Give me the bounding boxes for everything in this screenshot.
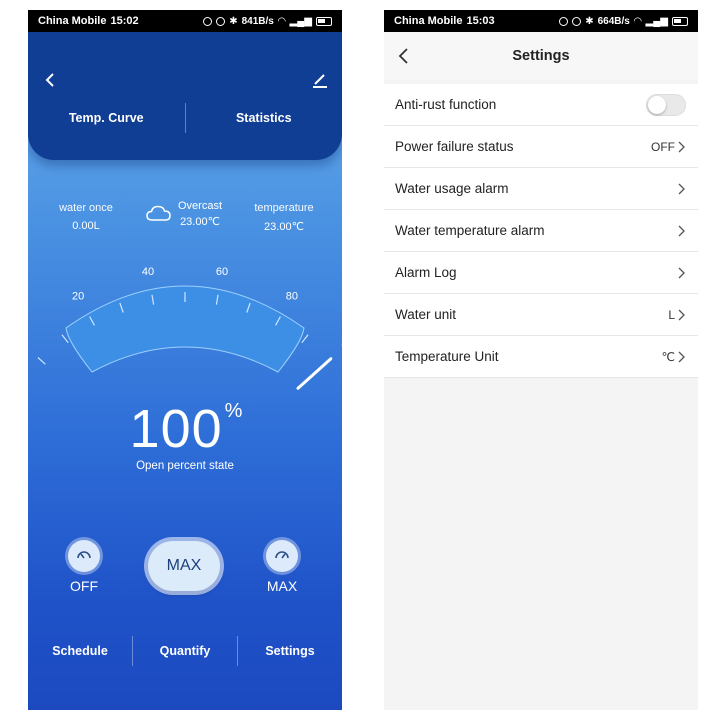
row-label: Alarm Log [395, 265, 457, 280]
bluetooth-icon: ✱ [229, 15, 238, 27]
carrier-label: China Mobile [38, 15, 107, 27]
row-label: Water temperature alarm [395, 223, 545, 238]
time-label: 15:03 [466, 15, 495, 27]
header-tabs: Temp. Curve Statistics [28, 98, 342, 138]
gauge-tick-mark [301, 334, 309, 344]
water-once-label: water once [59, 202, 113, 214]
weather-condition: Overcast [178, 200, 223, 212]
row-value: L [668, 307, 675, 322]
main-screen: China Mobile 15:02 ✱ 841B/s ◠ ▂▄▆ Temp. … [28, 10, 342, 710]
row-alarm-log[interactable]: Alarm Log [384, 252, 698, 294]
row-label: Anti-rust function [395, 97, 497, 112]
gauge-tick-label: 40 [142, 266, 154, 278]
max-button[interactable]: MAX [148, 541, 220, 591]
gauge-tick-label: 20 [72, 291, 84, 303]
row-label: Power failure status [395, 139, 514, 154]
gauge-needle [296, 357, 333, 390]
signal-icon: ▂▄▆ [645, 15, 668, 27]
time-label: 15:02 [110, 15, 139, 27]
carrier-label: China Mobile [394, 15, 463, 27]
weather-block: Overcast 23.00℃ [146, 200, 222, 228]
gauge-tick-label: 100 [341, 337, 342, 349]
row-temperature-unit[interactable]: Temperature Unit ℃ [384, 336, 698, 378]
page-title: Settings [512, 48, 570, 64]
temperature-label: temperature [254, 202, 314, 214]
max-control[interactable]: MAX [266, 540, 298, 594]
gauge-tick-label: 60 [216, 266, 228, 278]
battery-icon [672, 16, 688, 26]
temperature-block: temperature 23.00℃ [242, 202, 326, 233]
state-label: Open percent state [136, 460, 234, 472]
status-bar: China Mobile 15:03 ✱ 664B/s ◠ ▂▄▆ [384, 10, 698, 32]
row-water-unit[interactable]: Water unit L [384, 294, 698, 336]
settings-list: Anti-rust function Power failure status … [384, 84, 698, 378]
water-once-block: water once 0.00L [46, 202, 126, 232]
back-icon[interactable] [394, 46, 414, 66]
max-label: MAX [266, 578, 298, 594]
chevron-right-icon [678, 351, 685, 362]
nav-quantify[interactable]: Quantify [133, 644, 237, 658]
chevron-right-icon [678, 141, 685, 152]
settings-header: Settings [384, 32, 698, 80]
dial-gauge-icon [275, 551, 289, 559]
percent-display: 100% [28, 398, 342, 460]
back-icon[interactable] [40, 70, 60, 90]
row-anti-rust: Anti-rust function [384, 84, 698, 126]
row-label: Water unit [395, 307, 457, 322]
temperature-value: 23.00℃ [264, 221, 304, 233]
dial-gauge-icon [77, 551, 91, 559]
cloud-icon [146, 205, 171, 221]
network-speed: 664B/s [597, 15, 630, 27]
open-percent-gauge[interactable]: 020406080100 [28, 240, 342, 400]
gauge-tick-label: 80 [286, 291, 298, 303]
tab-statistics[interactable]: Statistics [186, 111, 343, 125]
edit-icon[interactable] [310, 70, 330, 90]
anti-rust-toggle[interactable] [646, 93, 686, 116]
percent-value: 100 [129, 399, 223, 459]
chevron-right-icon [678, 183, 685, 194]
tab-temp-curve[interactable]: Temp. Curve [28, 111, 185, 125]
gauge-tick-mark [37, 357, 46, 365]
off-control[interactable]: OFF [68, 540, 100, 594]
chevron-right-icon [678, 267, 685, 278]
weather-temp: 23.00℃ [180, 216, 220, 228]
wifi-icon: ◠ [633, 15, 642, 27]
chevron-right-icon [678, 309, 685, 320]
max-dial[interactable] [266, 540, 298, 572]
bottom-nav: Schedule Quantify Settings [28, 628, 342, 674]
row-power-failure-status[interactable]: Power failure status OFF [384, 126, 698, 168]
nav-settings[interactable]: Settings [238, 644, 342, 658]
nav-schedule[interactable]: Schedule [28, 644, 132, 658]
toggle-knob [648, 95, 666, 114]
top-header: Temp. Curve Statistics [28, 32, 342, 160]
battery-icon [316, 16, 332, 26]
bluetooth-icon: ✱ [585, 15, 594, 27]
off-label: OFF [70, 578, 98, 594]
eye-icon [559, 16, 569, 26]
row-water-usage-alarm[interactable]: Water usage alarm [384, 168, 698, 210]
gauge-tick-mark [61, 334, 69, 344]
alarm-icon [572, 16, 582, 26]
signal-icon: ▂▄▆ [289, 15, 312, 27]
percent-unit: % [224, 400, 243, 422]
chevron-right-icon [678, 225, 685, 236]
row-value: OFF [651, 139, 675, 154]
off-dial[interactable] [68, 540, 100, 572]
network-speed: 841B/s [241, 15, 274, 27]
status-bar: China Mobile 15:02 ✱ 841B/s ◠ ▂▄▆ [28, 10, 342, 32]
row-water-temperature-alarm[interactable]: Water temperature alarm [384, 210, 698, 252]
alarm-icon [216, 16, 226, 26]
eye-icon [203, 16, 213, 26]
wifi-icon: ◠ [277, 15, 286, 27]
row-label: Water usage alarm [395, 181, 509, 196]
row-label: Temperature Unit [395, 349, 499, 364]
settings-screen: China Mobile 15:03 ✱ 664B/s ◠ ▂▄▆ Settin… [384, 10, 698, 710]
water-once-value: 0.00L [72, 220, 100, 232]
row-value: ℃ [661, 349, 675, 364]
